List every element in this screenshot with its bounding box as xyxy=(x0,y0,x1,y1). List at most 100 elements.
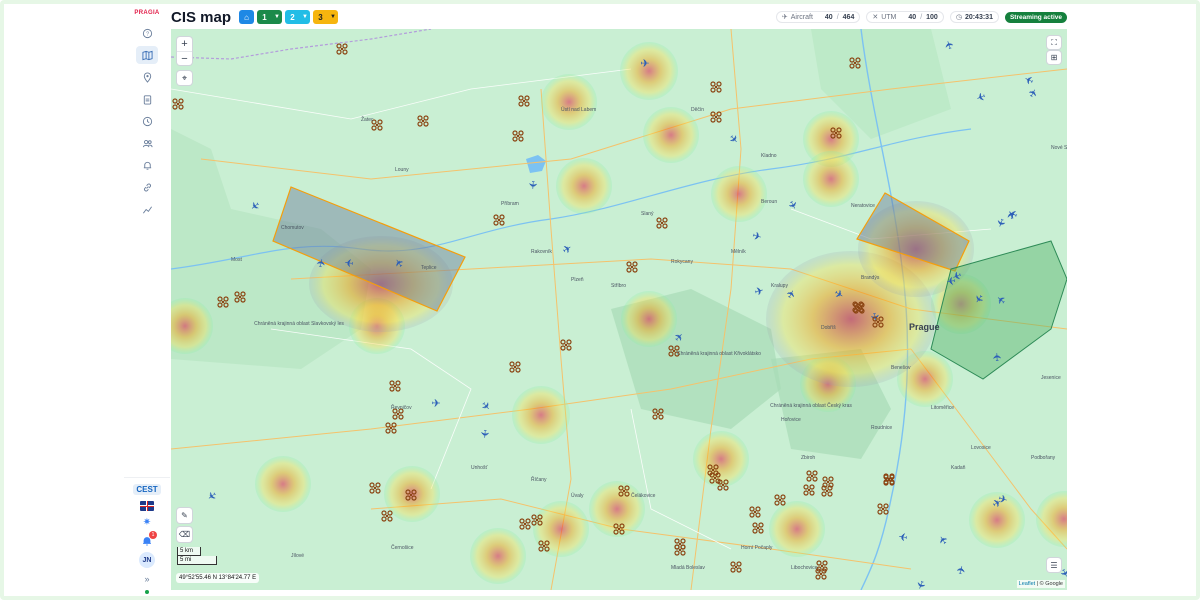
drone-marker-icon[interactable] xyxy=(774,494,786,506)
aircraft-marker-icon[interactable]: ✈ xyxy=(993,216,1007,229)
eraser-tool-button[interactable]: ⌫ xyxy=(177,527,192,542)
aircraft-marker-icon[interactable]: ✈ xyxy=(992,352,1004,362)
leaflet-link[interactable]: Leaflet xyxy=(1019,581,1036,587)
aircraft-marker-icon[interactable]: ✈ xyxy=(936,532,951,546)
drone-marker-icon[interactable] xyxy=(877,503,889,515)
sidebar-item-links[interactable] xyxy=(136,178,158,196)
map-canvas[interactable]: ✈ ✈ ✈ ✈ ✈ ✈ ✈ ✈ ✈ ✈ ✈ ✈ ✈ ✈ ✈ ✈ ✈ ✈ ✈ ✈ ✈ ✈ ✈ ✈ ✈ ✈ ✈ ✈ ✈ ✈ ✈ ✈ ✈ ✈ ✈ ✈ ✈ ✈ Ú… xyxy=(171,29,1067,590)
fullscreen-button[interactable]: ⛶ xyxy=(1047,36,1061,49)
drone-marker-icon[interactable] xyxy=(749,506,761,518)
group-2-label: 2 xyxy=(290,12,295,22)
drone-marker-icon[interactable] xyxy=(730,561,742,573)
drone-marker-icon[interactable] xyxy=(803,484,815,496)
aircraft-marker-icon[interactable]: ✈ xyxy=(785,199,800,213)
sidebar-item-reports[interactable] xyxy=(136,90,158,108)
locate-button[interactable]: ⌖ xyxy=(177,71,192,85)
aircraft-marker-icon[interactable]: ✈ xyxy=(943,38,957,50)
drone-marker-icon[interactable] xyxy=(710,81,722,93)
chevron-down-icon[interactable]: ▼ xyxy=(272,10,282,24)
drone-marker-icon[interactable] xyxy=(518,95,530,107)
aircraft-marker-icon[interactable]: ✈ xyxy=(974,89,987,104)
sidebar-item-help[interactable]: ? xyxy=(136,24,158,42)
place-label: Mladá Boleslav xyxy=(671,565,705,571)
drone-marker-icon[interactable] xyxy=(806,470,818,482)
place-label: Most xyxy=(231,257,242,263)
layer-toggle-button[interactable]: ⊞ xyxy=(1047,51,1061,64)
user-avatar[interactable]: JN xyxy=(139,552,155,568)
group-2-button[interactable]: 2 ▼ xyxy=(285,10,311,24)
drone-marker-icon[interactable] xyxy=(172,98,184,110)
drone-marker-icon[interactable] xyxy=(626,261,638,273)
drone-marker-icon[interactable] xyxy=(381,510,393,522)
group-3-label: 3 xyxy=(318,12,323,22)
drone-marker-icon[interactable] xyxy=(369,482,381,494)
drone-marker-icon[interactable] xyxy=(752,522,764,534)
aircraft-marker-icon[interactable]: ✈ xyxy=(726,132,741,147)
aircraft-marker-icon[interactable]: ✈ xyxy=(898,529,909,542)
drone-marker-icon[interactable] xyxy=(674,538,686,550)
drone-marker-icon[interactable] xyxy=(656,217,668,229)
chevron-down-icon[interactable]: ▼ xyxy=(328,10,338,24)
protected-area-label: Chráněná krajinná oblast Křivoklátsko xyxy=(677,351,761,357)
expand-sidebar-icon[interactable]: » xyxy=(144,574,149,584)
sidebar-item-map[interactable] xyxy=(136,46,158,64)
connection-status-dot xyxy=(145,590,149,594)
aircraft-counter[interactable]: ✈ Aircraft 40 / 464 xyxy=(775,11,861,23)
aircraft-marker-icon[interactable]: ✈ xyxy=(431,398,440,410)
drone-marker-icon[interactable] xyxy=(385,422,397,434)
group-3-button[interactable]: 3 ▼ xyxy=(313,10,339,24)
chevron-down-icon[interactable]: ▼ xyxy=(300,10,310,24)
aircraft-marker-icon[interactable]: ✈ xyxy=(344,255,355,268)
notifications-bell-icon[interactable]: 1 xyxy=(141,531,157,546)
aircraft-marker-icon[interactable]: ✈ xyxy=(1026,87,1041,101)
zoom-out-button[interactable]: − xyxy=(177,51,192,65)
map-icon xyxy=(141,50,153,60)
aircraft-marker-icon[interactable]: ✈ xyxy=(955,564,969,576)
group-1-button[interactable]: 1 ▼ xyxy=(257,10,283,24)
theme-sun-icon[interactable]: ✷ xyxy=(143,517,151,528)
drone-marker-icon[interactable] xyxy=(674,544,686,556)
place-label: Horní Počaply xyxy=(741,545,773,551)
aircraft-marker-icon[interactable]: ✈ xyxy=(640,58,649,70)
separator: / xyxy=(920,13,923,21)
drone-marker-icon[interactable] xyxy=(519,518,531,530)
place-label: Rokycany xyxy=(671,259,693,265)
aircraft-total: 464 xyxy=(842,13,855,21)
sidebar-item-stats[interactable] xyxy=(136,200,158,218)
drone-marker-icon[interactable] xyxy=(509,361,521,373)
drone-marker-icon[interactable] xyxy=(389,380,401,392)
uk-flag-icon[interactable] xyxy=(140,501,154,511)
layers-button[interactable]: ☰ xyxy=(1047,558,1061,572)
aircraft-marker-icon[interactable]: ✈ xyxy=(526,180,539,190)
bell-icon xyxy=(143,161,151,170)
home-button[interactable]: ⌂ xyxy=(239,10,255,24)
place-label: Chomutov xyxy=(281,225,304,231)
aircraft-marker-icon[interactable]: ✈ xyxy=(247,198,262,213)
sidebar-item-users[interactable] xyxy=(136,134,158,152)
aircraft-marker-icon[interactable]: ✈ xyxy=(478,429,491,439)
drone-marker-icon[interactable] xyxy=(336,43,348,55)
place-label: Rakovník xyxy=(531,249,552,255)
aircraft-marker-icon[interactable]: ✈ xyxy=(478,399,493,414)
sidebar-nav: ? xyxy=(136,24,158,218)
sidebar-item-locations[interactable] xyxy=(136,68,158,86)
drone-marker-icon[interactable] xyxy=(493,214,505,226)
aircraft-marker-icon[interactable]: ✈ xyxy=(751,230,763,244)
drone-marker-icon[interactable] xyxy=(512,130,524,142)
drone-marker-icon[interactable] xyxy=(560,339,572,351)
aircraft-marker-icon[interactable]: ✈ xyxy=(204,488,219,503)
aircraft-marker-icon[interactable]: ✈ xyxy=(913,578,928,590)
timezone-badge[interactable]: CEST xyxy=(133,484,161,495)
map-layer[interactable]: ✈✈✈✈✈ ✈✈✈✈✈✈✈✈✈✈✈ ✈✈✈✈✈✈✈✈ ✈✈✈✈ ✈✈✈✈✈✈✈✈✈✈ Ú… xyxy=(171,29,1067,590)
aircraft-marker-icon[interactable]: ✈ xyxy=(946,273,957,286)
aircraft-marker-icon[interactable]: ✈ xyxy=(560,242,574,257)
sidebar-item-alerts[interactable] xyxy=(136,156,158,174)
clipboard-icon xyxy=(143,94,151,105)
measure-tool-button[interactable]: ✎ xyxy=(177,508,192,523)
history-icon xyxy=(142,116,152,126)
sidebar-item-history[interactable] xyxy=(136,112,158,130)
utm-counter[interactable]: ✕ UTM 40 / 100 xyxy=(866,11,944,23)
aircraft-marker-icon[interactable]: ✈ xyxy=(753,285,765,299)
zoom-in-button[interactable]: + xyxy=(177,37,192,51)
drone-marker-icon[interactable] xyxy=(417,115,429,127)
